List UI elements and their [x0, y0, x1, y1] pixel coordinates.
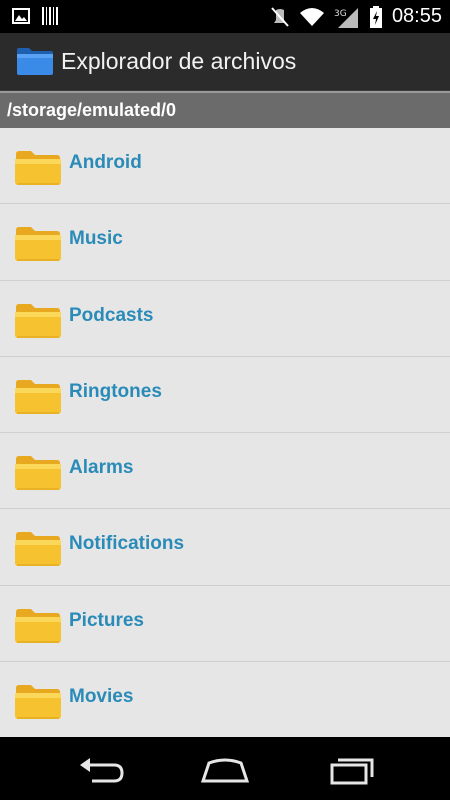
file-name: Android	[69, 152, 142, 173]
app-title: Explorador de archivos	[61, 48, 297, 74]
file-list[interactable]: Android Music Podcasts Ringtones Alarms …	[0, 128, 450, 737]
status-bar: 3G 08:55	[0, 0, 450, 33]
folder-icon	[15, 151, 61, 185]
list-item[interactable]: Music	[0, 204, 450, 281]
folder-icon	[15, 685, 61, 720]
list-item[interactable]: Notifications	[0, 509, 450, 586]
clock: 08:55	[391, 5, 442, 27]
folder-icon	[15, 456, 61, 491]
folder-icon	[15, 608, 61, 643]
file-name: Movies	[69, 686, 134, 708]
navigation-bar	[0, 737, 450, 800]
back-icon[interactable]	[70, 755, 130, 785]
folder-icon	[15, 227, 61, 262]
home-icon[interactable]	[195, 755, 255, 785]
folder-icon	[15, 532, 61, 567]
recent-apps-icon[interactable]	[320, 755, 380, 785]
battery-charging-icon	[369, 5, 382, 28]
list-item[interactable]: Android	[0, 128, 450, 205]
file-name: Alarms	[69, 457, 134, 479]
action-bar: Explorador de archivos	[0, 33, 450, 91]
path-bar: /storage/emulated/0	[0, 91, 450, 128]
current-path: /storage/emulated/0	[7, 100, 177, 120]
svg-text:3G: 3G	[334, 9, 347, 19]
wifi-icon	[299, 7, 324, 26]
barcode-icon	[42, 7, 58, 25]
file-name: Ringtones	[69, 380, 162, 402]
mute-icon	[271, 6, 289, 27]
list-item[interactable]: Podcasts	[0, 280, 450, 357]
file-name: Notifications	[69, 533, 185, 555]
folder-icon[interactable]	[16, 46, 54, 76]
list-item[interactable]: Ringtones	[0, 356, 450, 434]
signal-3g-icon: 3G	[334, 7, 358, 28]
folder-icon	[15, 379, 61, 414]
file-name: Podcasts	[69, 304, 154, 326]
list-item[interactable]: Pictures	[0, 585, 450, 663]
file-name: Pictures	[69, 609, 144, 631]
list-item[interactable]: Movies	[0, 662, 450, 737]
list-item[interactable]: Alarms	[0, 433, 450, 510]
folder-icon	[15, 303, 61, 338]
image-icon	[12, 8, 30, 24]
file-name: Music	[69, 228, 123, 250]
